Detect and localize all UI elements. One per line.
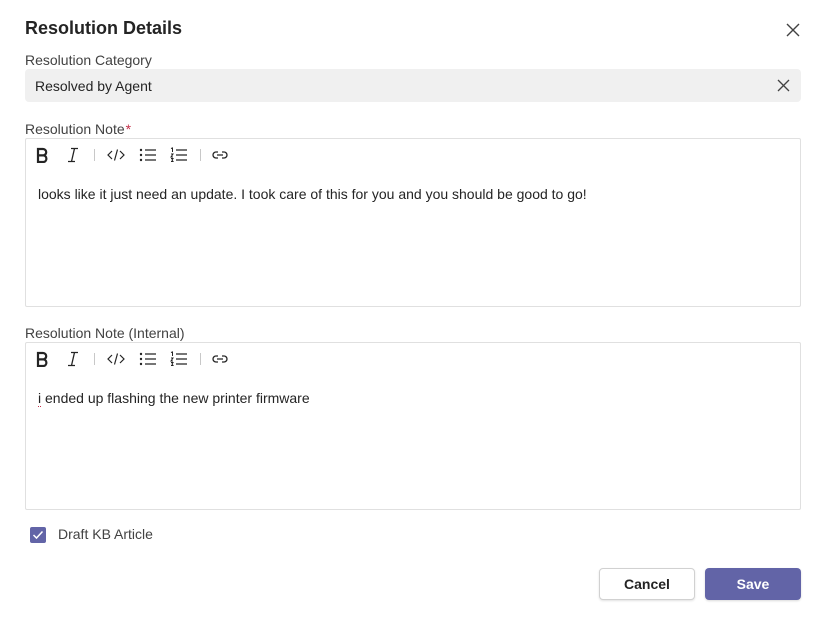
link-button[interactable] <box>210 145 230 165</box>
code-button[interactable] <box>106 349 126 369</box>
checkmark-icon <box>32 530 44 540</box>
bullet-list-icon <box>139 148 156 162</box>
bold-icon <box>36 147 48 163</box>
bullet-list-icon <box>139 352 156 366</box>
resolution-note-toolbar <box>26 139 800 171</box>
resolution-note-label: Resolution Note* <box>25 121 131 137</box>
save-button[interactable]: Save <box>705 568 801 600</box>
internal-note-toolbar <box>26 343 800 375</box>
numbered-list-button[interactable] <box>169 349 189 369</box>
numbered-list-icon <box>170 147 187 162</box>
cancel-button[interactable]: Cancel <box>599 568 695 600</box>
internal-note-text-rest: ended up flashing the new printer firmwa… <box>41 390 310 406</box>
toolbar-divider <box>94 149 95 161</box>
italic-icon <box>68 351 78 367</box>
bold-icon <box>36 351 48 367</box>
category-label: Resolution Category <box>25 52 152 68</box>
link-icon <box>212 355 228 363</box>
toolbar-divider <box>200 353 201 365</box>
link-icon <box>212 151 228 159</box>
toolbar-divider <box>94 353 95 365</box>
internal-note-label: Resolution Note (Internal) <box>25 325 185 341</box>
close-button[interactable] <box>781 18 805 42</box>
resolution-dialog: Resolution Details Resolution Category R… <box>0 0 829 625</box>
clear-category-button[interactable] <box>775 77 792 94</box>
resolution-note-text[interactable]: looks like it just need an update. I too… <box>38 186 587 202</box>
numbered-list-button[interactable] <box>169 145 189 165</box>
code-icon <box>107 353 125 365</box>
internal-note-editor[interactable]: i ended up flashing the new printer firm… <box>25 342 801 510</box>
category-value: Resolved by Agent <box>35 78 152 94</box>
italic-button[interactable] <box>63 145 83 165</box>
numbered-list-icon <box>170 351 187 366</box>
category-select[interactable]: Resolved by Agent <box>25 69 801 102</box>
italic-button[interactable] <box>63 349 83 369</box>
internal-note-text[interactable]: i ended up flashing the new printer firm… <box>38 390 310 407</box>
toolbar-divider <box>200 149 201 161</box>
bold-button[interactable] <box>32 145 52 165</box>
link-button[interactable] <box>210 349 230 369</box>
required-marker: * <box>125 121 132 137</box>
bullet-list-button[interactable] <box>138 349 158 369</box>
code-button[interactable] <box>106 145 126 165</box>
close-icon <box>786 23 800 37</box>
clear-icon <box>777 79 790 92</box>
resolution-note-label-text: Resolution Note <box>25 121 125 137</box>
bold-button[interactable] <box>32 349 52 369</box>
resolution-note-editor[interactable]: looks like it just need an update. I too… <box>25 138 801 307</box>
italic-icon <box>68 147 78 163</box>
draft-kb-checkbox[interactable] <box>30 527 46 543</box>
draft-kb-label[interactable]: Draft KB Article <box>58 526 153 542</box>
bullet-list-button[interactable] <box>138 145 158 165</box>
dialog-title: Resolution Details <box>25 18 183 38</box>
code-icon <box>107 149 125 161</box>
